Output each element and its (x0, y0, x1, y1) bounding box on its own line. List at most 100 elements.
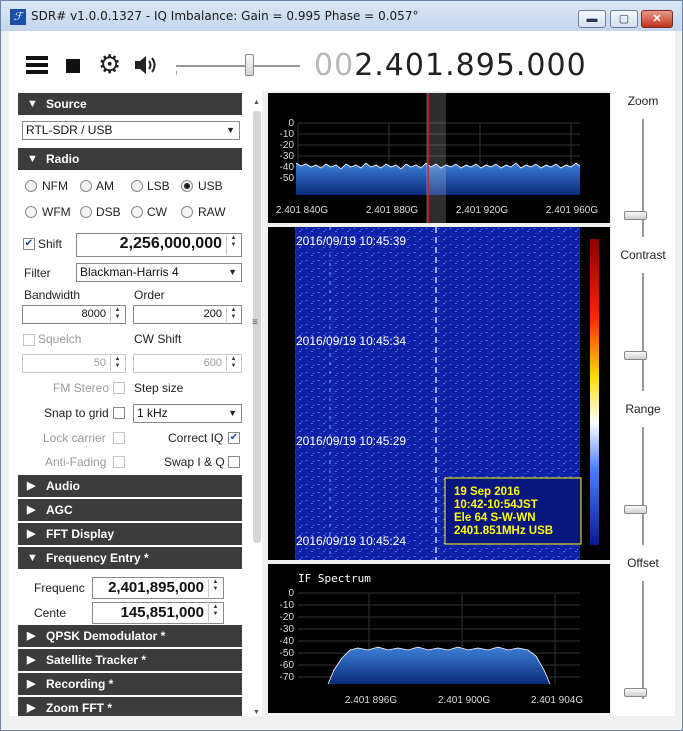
scroll-down-icon[interactable]: ▼ (253, 709, 260, 716)
bandwidth-label: Bandwidth (24, 288, 81, 302)
anti-fading-checkbox[interactable] (113, 456, 125, 468)
contrast-slider-track[interactable] (642, 273, 644, 391)
volume-slider-track[interactable] (176, 65, 300, 67)
expand-arrow-icon: ▶ (27, 678, 36, 690)
section-recording[interactable]: ▶ Recording * (18, 673, 242, 695)
spin-arrows-icon[interactable]: ▲ ▼ (226, 235, 240, 255)
mode-radio-wfm[interactable] (25, 206, 37, 218)
fm-stereo-checkbox[interactable] (113, 382, 125, 394)
waterfall-display[interactable]: 2016/09/19 10:45:39 2016/09/19 10:45:34 … (268, 227, 610, 560)
section-zoom-fft[interactable]: ▶ Zoom FFT * (18, 697, 242, 716)
contrast-slider-thumb[interactable] (624, 350, 647, 360)
offset-slider-track[interactable] (642, 581, 644, 699)
correct-iq-checkbox[interactable]: ✔ (228, 432, 240, 444)
if-y-tick: -40 (280, 636, 295, 647)
bandwidth-value: 8000 (81, 308, 106, 320)
spin-arrows-icon[interactable]: ▲ ▼ (226, 356, 240, 371)
mode-radio-am[interactable] (80, 180, 92, 192)
range-slider-track[interactable] (642, 427, 644, 545)
close-button[interactable]: ✕ (641, 10, 673, 28)
if-y-tick: -30 (280, 624, 295, 635)
cw-shift-input[interactable]: 600 ▲ ▼ (133, 354, 242, 373)
mode-radio-raw[interactable] (181, 206, 193, 218)
bandwidth-input[interactable]: 8000 ▲ ▼ (22, 305, 126, 324)
gear-icon[interactable]: ⚙ (98, 51, 121, 77)
section-agc[interactable]: ▶ AGC (18, 499, 242, 521)
section-satellite-label: Satellite Tracker * (46, 653, 147, 667)
offset-slider-thumb[interactable] (624, 688, 647, 698)
if-spectrum[interactable]: IF Spectrum 0 -10 -20 -30 -40 -50 -60 -7… (268, 564, 610, 713)
section-frequency-entry[interactable]: ▼ Frequency Entry * (18, 547, 242, 569)
spin-arrows-icon[interactable]: ▲ ▼ (110, 356, 124, 371)
mode-radio-dsb[interactable] (80, 206, 92, 218)
section-recording-label: Recording * (46, 677, 114, 691)
section-qpsk-demodulator[interactable]: ▶ QPSK Demodulator * (18, 625, 242, 647)
filter-select[interactable]: Blackman-Harris 4 ▼ (76, 263, 242, 282)
overlay-line: 19 Sep 2016 (454, 486, 520, 498)
range-slider-thumb[interactable] (624, 504, 647, 514)
mode-radio-cw[interactable] (131, 206, 143, 218)
squelch-checkbox[interactable] (23, 334, 35, 346)
if-x-tick: 2.401 904G (531, 695, 583, 706)
spectrum-y-tick: -10 (280, 129, 295, 140)
if-y-tick: -20 (280, 612, 295, 623)
section-audio[interactable]: ▶ Audio (18, 475, 242, 497)
hamburger-menu-icon[interactable] (26, 56, 48, 75)
waterfall-timestamp: 2016/09/19 10:45:29 (296, 434, 406, 448)
expand-arrow-icon: ▶ (27, 630, 36, 642)
squelch-input[interactable]: 50 ▲ ▼ (22, 354, 126, 373)
spin-arrows-icon[interactable]: ▲ ▼ (110, 307, 124, 322)
panel-splitter[interactable]: ≡ (252, 317, 258, 328)
shift-label: Shift (38, 237, 63, 251)
section-satellite-tracker[interactable]: ▶ Satellite Tracker * (18, 649, 242, 671)
zoom-slider-thumb[interactable] (624, 210, 647, 220)
waterfall-timestamp: 2016/09/19 10:45:39 (296, 234, 406, 248)
maximize-button[interactable]: ▢ (610, 10, 638, 28)
fm-stereo-label: FM Stereo (53, 381, 110, 395)
spin-arrows-icon[interactable]: ▲ ▼ (226, 307, 240, 322)
expand-arrow-icon: ▶ (27, 480, 36, 492)
source-device-select[interactable]: RTL-SDR / USB ▼ (22, 121, 240, 140)
squelch-label: Squelch (38, 332, 82, 346)
display-sliders-panel: Zoom Contrast Range Offset (611, 91, 675, 716)
minimize-button[interactable]: ▬ (578, 10, 606, 28)
shift-value-input[interactable]: 2,256,000,000 ▲ ▼ (76, 233, 242, 257)
stop-icon[interactable] (66, 59, 80, 73)
filter-label: Filter (24, 266, 51, 280)
zoom-label: Zoom (627, 94, 659, 108)
title-bar[interactable]: ℱ SDR# v1.0.0.1327 - IQ Imbalance: Gain … (1, 1, 682, 31)
shift-checkbox[interactable]: ✔ (23, 238, 35, 250)
section-radio[interactable]: ▼ Radio (18, 148, 242, 170)
correct-iq-label: Correct IQ (168, 431, 224, 445)
mode-radio-usb[interactable] (181, 180, 193, 192)
center-entry-input[interactable]: 145,851,000 ▲ ▼ (92, 602, 224, 624)
step-size-select[interactable]: 1 kHz ▼ (133, 404, 242, 423)
expand-arrow-icon: ▶ (27, 654, 36, 666)
snap-to-grid-checkbox[interactable] (113, 407, 125, 419)
mode-radio-nfm[interactable] (25, 180, 37, 192)
frequency-entry-input[interactable]: 2,401,895,000 ▲ ▼ (92, 577, 224, 599)
tuning-bandwidth-highlight[interactable] (426, 93, 446, 223)
section-source[interactable]: ▼ Source (18, 93, 242, 115)
spin-arrows-icon[interactable]: ▲ ▼ (208, 604, 222, 622)
speaker-icon[interactable] (133, 53, 159, 77)
filter-value: Blackman-Harris 4 (80, 265, 179, 279)
section-fft-display[interactable]: ▶ FFT Display (18, 523, 242, 545)
mode-radio-lsb[interactable] (131, 180, 143, 192)
cw-shift-label: CW Shift (134, 332, 182, 346)
spectrum-y-tick: -30 (280, 151, 295, 162)
volume-slider-thumb[interactable] (245, 54, 255, 76)
frequency-display[interactable]: 002.401.895.000 (314, 48, 587, 83)
app-logo-icon: ℱ (10, 9, 26, 25)
order-input[interactable]: 200 ▲ ▼ (133, 305, 242, 324)
section-source-label: Source (46, 97, 87, 111)
left-panel-scrollbar[interactable]: ▲ ▼ (252, 99, 262, 716)
lock-carrier-checkbox[interactable] (113, 432, 125, 444)
spectrum-y-tick: -20 (280, 140, 295, 151)
scroll-up-icon[interactable]: ▲ (253, 99, 260, 106)
if-y-tick: -10 (280, 600, 295, 611)
spin-arrows-icon[interactable]: ▲ ▼ (208, 579, 222, 597)
waterfall-timestamp: 2016/09/19 10:45:24 (296, 534, 406, 548)
swap-iq-checkbox[interactable] (228, 456, 240, 468)
spectrum-analyzer[interactable]: 0 -10 -20 -30 -40 -50 2.401 840G 2.401 8… (268, 93, 610, 223)
